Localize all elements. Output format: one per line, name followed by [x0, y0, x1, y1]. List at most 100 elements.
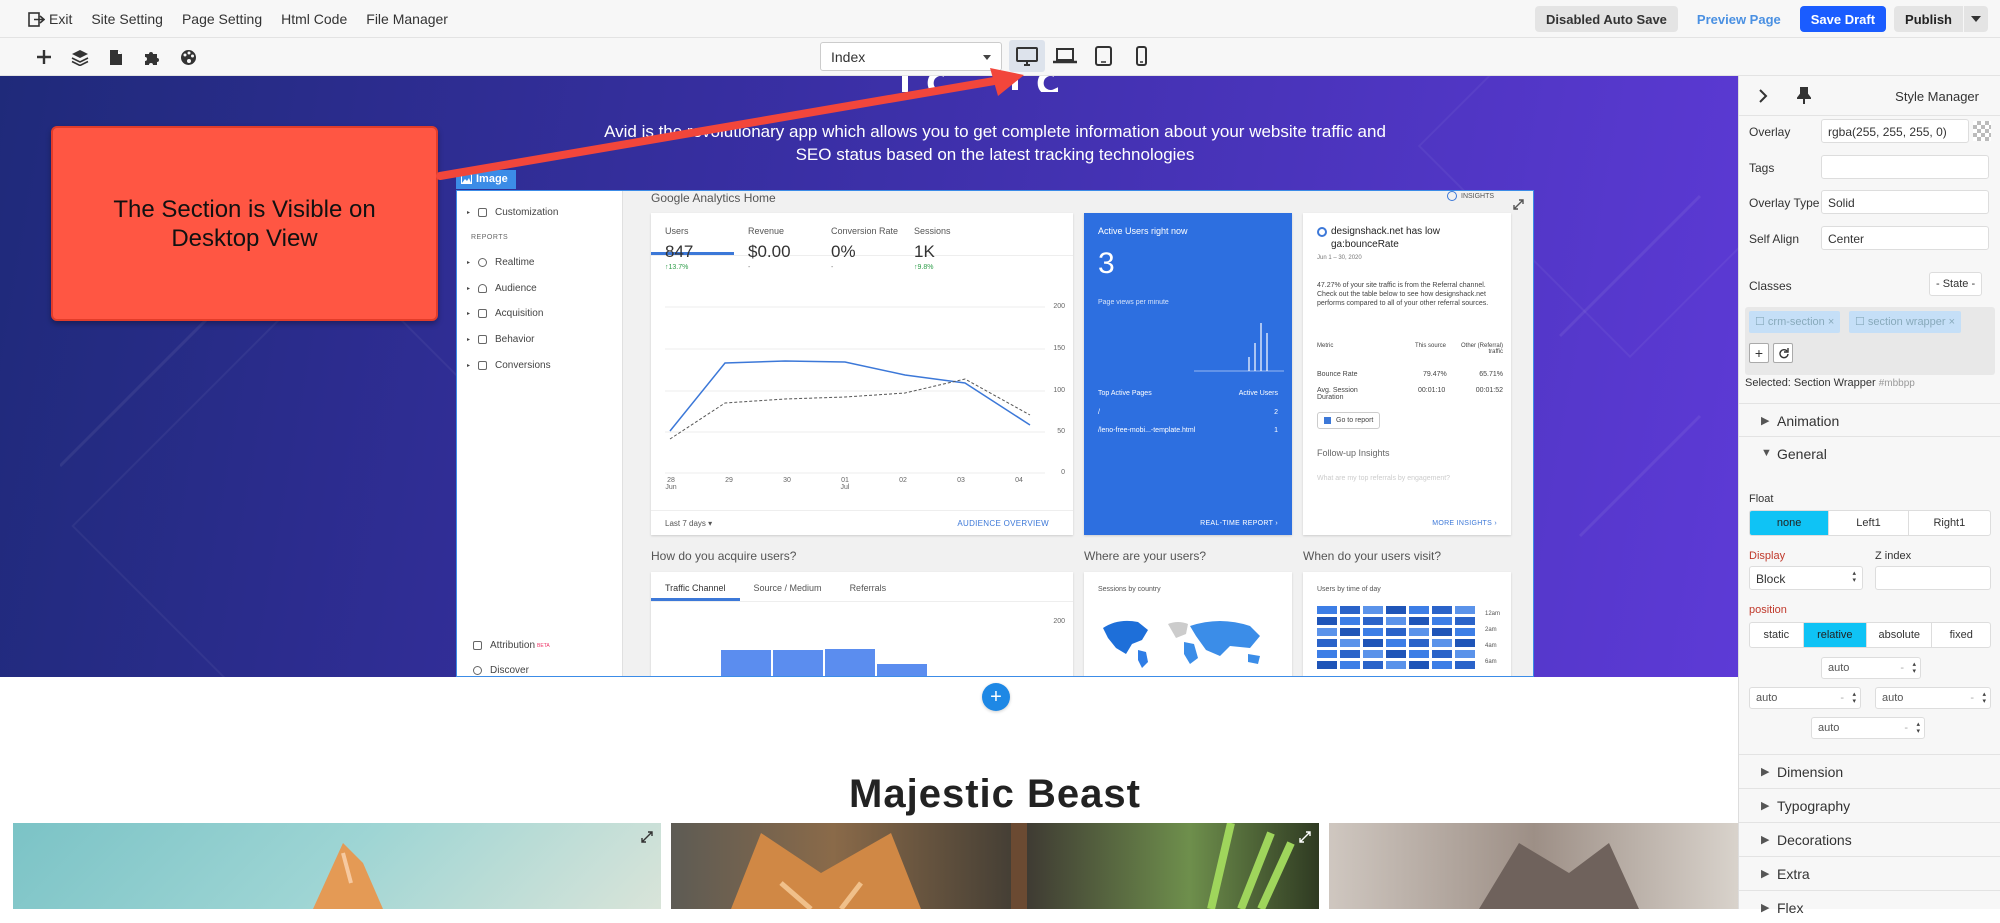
ga-nav-attribution: Attribution BETA	[467, 640, 550, 651]
file-manager-menu[interactable]: File Manager	[366, 11, 448, 27]
position-label: position	[1749, 604, 1787, 616]
overlay-input[interactable]: rgba(255, 255, 255, 0)	[1821, 119, 1969, 143]
class-chip-label: crm-section	[1767, 316, 1825, 328]
page-select[interactable]: Index	[820, 42, 1002, 71]
color-picker-swatch[interactable]	[1973, 121, 1991, 141]
section-label: Dimension	[1777, 764, 1844, 780]
ga-nav-label: Customization	[495, 207, 559, 218]
position-absolute[interactable]: absolute	[1867, 623, 1933, 647]
section-dimension[interactable]: ▶ Dimension	[1739, 754, 2000, 787]
metric-value: $0.00	[748, 242, 791, 261]
pin-icon[interactable]	[1797, 87, 1811, 104]
heatmap-cell	[1409, 606, 1429, 614]
section-general[interactable]: ▼ General	[1739, 436, 2000, 469]
heatmap-cell	[1340, 606, 1360, 614]
metric-label: Users	[665, 226, 689, 236]
right-offset-input[interactable]: auto - ▴ ▾	[1875, 687, 1991, 709]
self-align-select[interactable]: Center	[1821, 226, 1989, 250]
add-element-button[interactable]	[26, 38, 62, 76]
float-right[interactable]: Right1	[1909, 511, 1990, 535]
gallery-photo[interactable]	[671, 823, 1319, 909]
class-chip[interactable]: ☐ section wrapper ×	[1849, 311, 1962, 333]
desktop-icon	[1016, 46, 1038, 66]
position-relative[interactable]: relative	[1803, 623, 1868, 647]
section-flex[interactable]: ▶ Flex	[1739, 890, 2000, 923]
heatmap-cell	[1340, 661, 1360, 669]
heatmap-time-labels: 12am 2am 4am 6am	[1485, 606, 1500, 670]
plugins-button[interactable]	[134, 38, 170, 76]
position-static[interactable]: static	[1750, 623, 1804, 647]
chevron-right-icon: ▶	[1761, 902, 1770, 914]
more-insights-label: MORE INSIGHTS	[1432, 520, 1493, 527]
layers-button[interactable]	[62, 38, 98, 76]
gallery-photo[interactable]	[13, 823, 661, 909]
heatmap-cell	[1386, 661, 1406, 669]
float-left[interactable]: Left1	[1829, 511, 1909, 535]
page-setting-menu[interactable]: Page Setting	[182, 11, 262, 27]
acquire-title: How do you acquire users?	[651, 549, 797, 563]
theme-button[interactable]	[170, 38, 206, 76]
section-animation[interactable]: ▶ Animation	[1739, 403, 2000, 436]
x-tick: 03	[957, 477, 965, 484]
add-section-button[interactable]: +	[982, 683, 1010, 711]
float-none[interactable]: none	[1750, 511, 1830, 535]
insight-other-value: 65.71%	[1479, 371, 1503, 378]
overlay-type-select[interactable]: Solid	[1821, 190, 1989, 214]
section-decorations[interactable]: ▶ Decorations	[1739, 822, 2000, 855]
state-select[interactable]: - State -	[1929, 272, 1983, 296]
heatmap-cell	[1386, 617, 1406, 625]
exit-button[interactable]: Exit	[28, 11, 72, 27]
position-fixed[interactable]: fixed	[1932, 623, 1990, 647]
chevron-right-icon[interactable]	[1759, 89, 1768, 103]
insight-body: 47.27% of your site traffic is from the …	[1317, 282, 1489, 307]
ga-insights-button: INSIGHTS	[1447, 191, 1494, 201]
left-offset-input[interactable]: auto - ▴ ▾	[1749, 687, 1861, 709]
attribution-icon	[473, 641, 482, 650]
offset-value: auto	[1828, 662, 1850, 674]
top-offset-input[interactable]: auto - ▴ ▾	[1821, 657, 1921, 679]
ga-nav-behavior: ▸ Behavior	[467, 334, 535, 345]
gallery-photo[interactable]	[1329, 823, 1739, 909]
sync-class-button[interactable]	[1773, 343, 1793, 363]
heatmap-cell	[1455, 661, 1475, 669]
analytics-screenshot-image[interactable]: ▸ Customization REPORTS ▸ Realtime ▸ Audien…	[456, 190, 1534, 677]
bottom-offset-input[interactable]: auto - ▴ ▾	[1811, 717, 1925, 739]
classes-label: Classes	[1749, 279, 1792, 293]
display-select[interactable]: Block ▴ ▾	[1749, 566, 1863, 590]
metric-value: 1K	[914, 242, 935, 261]
tablet-view-button[interactable]	[1085, 40, 1121, 72]
offset-value: auto	[1818, 722, 1840, 734]
expand-icon	[1513, 199, 1524, 210]
float-label: Float	[1749, 493, 1774, 505]
html-code-menu[interactable]: Html Code	[281, 11, 347, 27]
go-to-report-button: Go to report	[1317, 412, 1381, 429]
tags-input[interactable]	[1821, 155, 1989, 179]
zindex-input[interactable]	[1875, 566, 1991, 590]
ga-sidebar: ▸ Customization REPORTS ▸ Realtime ▸ Audien…	[457, 191, 623, 676]
add-class-button[interactable]: +	[1749, 343, 1769, 363]
exit-label: Exit	[49, 11, 73, 27]
selected-text: Selected: Section Wrapper	[1745, 377, 1876, 389]
chevron-down-icon	[983, 55, 991, 60]
publish-button[interactable]: Publish	[1894, 6, 1963, 32]
save-draft-button[interactable]: Save Draft	[1799, 6, 1887, 32]
heatmap-cell	[1363, 606, 1383, 614]
section-typography[interactable]: ▶ Typography	[1739, 788, 2000, 821]
laptop-view-button[interactable]	[1047, 40, 1083, 72]
position-segmented: static relative absolute fixed	[1749, 622, 1991, 648]
insight-title: designshack.net has low ga:bounceRate	[1331, 226, 1440, 250]
publish-dropdown-button[interactable]	[1964, 6, 1988, 32]
annotation-callout: The Section is Visible on Desktop View	[51, 126, 438, 321]
section-extra[interactable]: ▶ Extra	[1739, 856, 2000, 889]
beta-badge: BETA	[537, 642, 550, 649]
pages-button[interactable]	[98, 38, 134, 76]
disabled-autosave-button[interactable]: Disabled Auto Save	[1535, 6, 1678, 32]
image-element-tag[interactable]: Image	[456, 170, 516, 189]
mobile-view-button[interactable]	[1123, 40, 1159, 72]
date-range-label: Last 7 days	[665, 519, 706, 528]
class-chip[interactable]: ☐ crm-section ×	[1749, 311, 1841, 333]
site-setting-menu[interactable]: Site Setting	[91, 11, 163, 27]
desktop-view-button[interactable]	[1009, 40, 1045, 72]
image-icon	[461, 174, 472, 184]
preview-page-button[interactable]: Preview Page	[1686, 6, 1792, 32]
